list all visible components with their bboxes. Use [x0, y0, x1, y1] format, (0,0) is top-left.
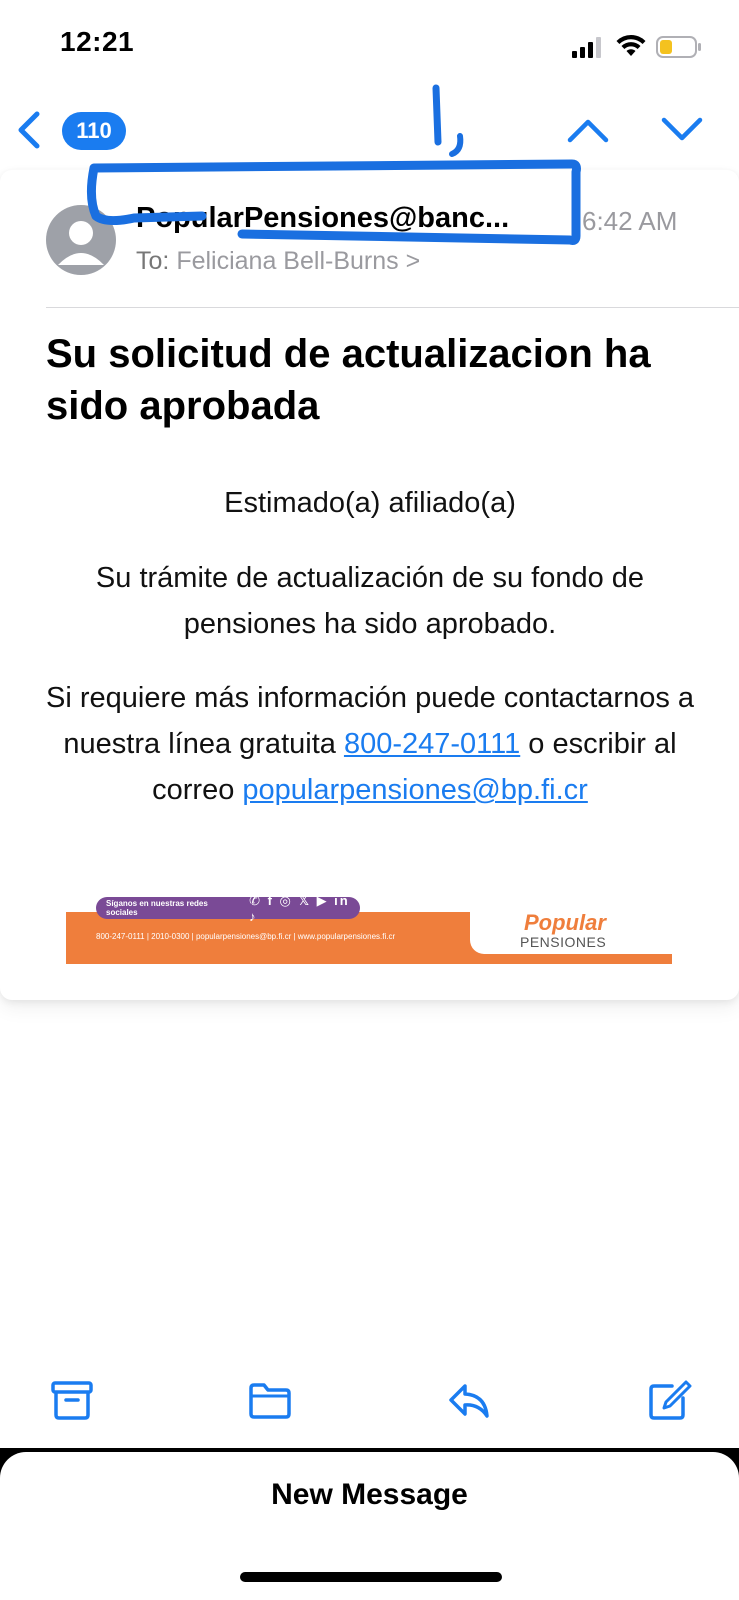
unread-count-badge[interactable]: 110: [62, 112, 126, 150]
annotation-stroke: [432, 84, 464, 157]
message-time: 6:42 AM: [582, 206, 678, 236]
social-icons: ✆ f ◎ 𝕏 ▶ in ♪: [249, 892, 350, 924]
to-label: To:: [136, 247, 170, 275]
chevron-left-icon[interactable]: [16, 110, 42, 150]
chevron-up-icon[interactable]: [566, 114, 610, 144]
sender-address[interactable]: PopularPensiones@banc...: [136, 202, 566, 235]
recipient-row[interactable]: To: Feliciana Bell-Burns >: [136, 247, 420, 276]
move-to-folder-icon[interactable]: [248, 1380, 292, 1420]
brand-logo-text: Popular: [524, 910, 606, 935]
compose-icon[interactable]: [648, 1380, 692, 1420]
social-text: Síganos en nuestras redes sociales: [106, 899, 208, 917]
sender-avatar[interactable]: [46, 205, 116, 275]
new-message-title[interactable]: New Message: [0, 1478, 739, 1512]
archive-icon[interactable]: [50, 1380, 94, 1420]
body-paragraph-1: Su trámite de actualización de su fondo …: [95, 562, 645, 640]
reply-icon[interactable]: [447, 1380, 491, 1420]
banner-contact-line: 800-247-0111 | 2010-0300 | popularpensio…: [96, 932, 396, 941]
body-paragraph-2: Si requiere más información puede contac…: [30, 675, 710, 813]
battery-low-icon: [656, 36, 701, 58]
cellular-signal-icon: [572, 37, 601, 58]
greeting-text: Estimado(a) afiliado(a): [224, 487, 516, 519]
home-indicator[interactable]: [240, 1572, 502, 1582]
wifi-icon: [616, 34, 646, 56]
person-icon: [58, 221, 104, 265]
email-link[interactable]: popularpensiones@bp.fi.cr: [242, 774, 587, 806]
chevron-right-icon: >: [405, 247, 421, 275]
brand-logo-subtext: PENSIONES: [520, 934, 607, 950]
message-subject: Su solicitud de actualizacion ha sido ap…: [46, 332, 651, 428]
recipient-name: Feliciana Bell-Burns: [176, 247, 399, 275]
chevron-down-icon[interactable]: [660, 114, 704, 144]
social-media-bar[interactable]: Síganos en nuestras redes sociales ✆ f ◎…: [96, 893, 360, 924]
status-time: 12:21: [60, 26, 135, 57]
header-divider: [46, 307, 739, 308]
phone-link[interactable]: 800-247-0111: [344, 728, 520, 760]
